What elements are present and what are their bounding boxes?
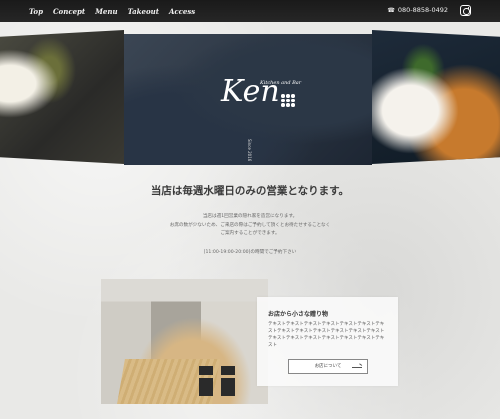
top-navigation-bar: Top Concept Menu Takeout Access ☎ 080-88… [0,0,500,22]
nav-link-takeout[interactable]: Takeout [128,7,159,16]
notice-body-line: 当店は週1回営業の隠れ家を造営になります。 [202,214,298,219]
hero-main-photo: Ken Kitchen and Bar Since 2016 [124,34,372,165]
nav-link-concept[interactable]: Concept [53,7,85,16]
notice-body-line: ご案内することができます。 [220,231,280,236]
phone-number-text: 080-8858-0492 [397,6,448,14]
vertical-caption: Since 2016 [247,139,252,162]
notice-body: 当店は週1回営業の隠れ家を造営になります。 お席の数が少ないため、ご来店の際はご… [0,213,500,239]
interior-photo [101,279,268,404]
restaurant-logo-subtitle: Kitchen and Bar [260,80,302,86]
nav-link-top[interactable]: Top [29,7,43,16]
about-shop-button-label: お店について [314,364,342,369]
feature-card-text: テキストテキストテキストテキストテキストテキストテキストテキストテキストテキスト… [268,322,385,348]
about-shop-button[interactable]: お店について [288,359,368,374]
phone-number[interactable]: ☎ 080-8858-0492 [387,6,448,14]
nav-links: Top Concept Menu Takeout Access [29,7,195,16]
notice-title: 当店は毎週水曜日のみの営業となります。 [150,185,350,197]
hero-side-photo-left [0,30,124,164]
nav-link-access[interactable]: Access [169,7,195,16]
interior-stool [221,366,235,396]
hero-side-photo-right [372,30,500,164]
instagram-icon[interactable] [460,5,471,16]
notice-hours: [11:00-19:00-20:00]の時間でご予約下さい [203,250,297,255]
nav-link-menu[interactable]: Menu [95,7,117,16]
interior-stool [199,366,213,396]
logo-dots-mark [281,94,295,107]
feature-card-title: お店から小さな贈り物 [268,311,329,318]
feature-card: お店から小さな贈り物 テキストテキストテキストテキストテキストテキストテキストテ… [257,297,398,386]
arrow-right-icon [352,367,362,368]
phone-icon: ☎ [387,6,395,14]
notice-body-line: お席の数が少ないため、ご来店の際はご予約して頂くとお待たせすることなく [169,222,331,228]
